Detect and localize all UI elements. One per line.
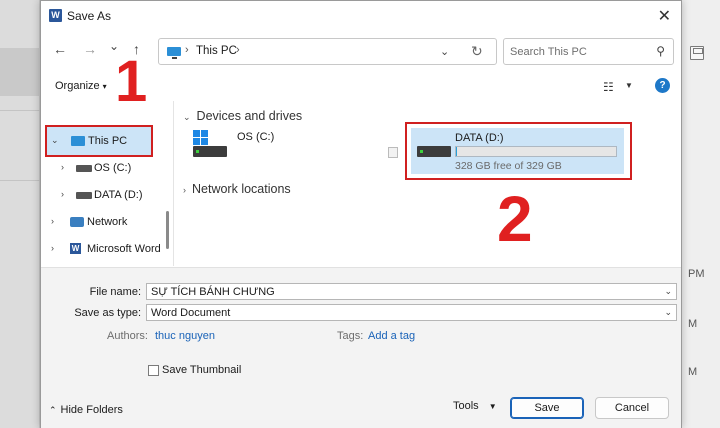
chevron-down-icon[interactable]: ⌄ [664, 286, 672, 297]
navigation-pane: ⌄ This PC › OS (C:) › DATA (D:) › Networ… [41, 101, 171, 266]
search-icon[interactable]: ⚲ [656, 44, 665, 58]
save-type-label: Save as type: [74, 307, 141, 319]
item-checkbox[interactable] [388, 147, 398, 158]
close-icon[interactable]: ✕ [658, 6, 671, 26]
address-bar[interactable]: › This PC › ⌄ ↻ [158, 38, 497, 65]
drive-name: OS (C:) [237, 131, 275, 143]
drive-name: DATA (D:) [455, 132, 504, 144]
file-name-value[interactable]: SỰ TÍCH BÁNH CHƯNG [151, 286, 275, 298]
authors-value[interactable]: thuc nguyen [155, 330, 215, 342]
tree-item-this-pc[interactable]: ⌄ This PC [41, 130, 169, 152]
drive-free-space: 328 GB free of 329 GB [455, 160, 562, 172]
tree-item-os-c[interactable]: › OS (C:) [41, 157, 169, 179]
cancel-button[interactable]: Cancel [595, 397, 669, 419]
save-thumbnail-checkbox[interactable] [148, 365, 159, 376]
chevron-right-icon[interactable]: › [183, 185, 186, 195]
tools-menu-button[interactable]: Tools ▼ [453, 400, 497, 412]
drive-icon [76, 192, 92, 199]
drive-usage-bar [455, 146, 617, 157]
search-input[interactable]: Search This PC [510, 46, 587, 58]
search-box[interactable]: Search This PC ⚲ [503, 38, 674, 65]
background-app-left [0, 0, 40, 428]
dialog-title: Save As [67, 9, 112, 23]
chevron-down-icon: ▼ [488, 402, 497, 411]
chevron-right-icon[interactable]: › [51, 243, 54, 253]
annotation-number-2: 2 [497, 183, 533, 255]
chevron-right-icon[interactable]: › [61, 189, 64, 199]
drive-tile-os[interactable]: OS (C:) [191, 129, 311, 169]
file-name-label: File name: [89, 286, 141, 298]
pane-divider[interactable] [173, 101, 174, 266]
help-icon[interactable]: ? [655, 78, 670, 93]
organize-button[interactable]: Organize ▾ [55, 80, 107, 92]
windows-logo-icon [193, 130, 209, 146]
background-divider [0, 110, 40, 111]
group-header-label: Network locations [192, 182, 291, 196]
tree-item-label: OS (C:) [94, 162, 132, 174]
breadcrumb-separator-icon[interactable]: › [236, 44, 240, 56]
address-dropdown-icon[interactable]: ⌄ [440, 45, 449, 58]
chevron-down-icon[interactable]: ⌄ [664, 307, 672, 318]
save-as-dialog: W Save As ✕ ← → ⌄ ↑ › This PC › ⌄ ↻ Sear… [40, 0, 682, 428]
tree-item-label: Microsoft Word [87, 243, 161, 255]
network-icon [70, 217, 84, 227]
save-button[interactable]: Save [510, 397, 584, 419]
group-header-devices[interactable]: ⌄ Devices and drives [183, 109, 302, 123]
breadcrumb-this-pc[interactable]: This PC [196, 45, 237, 57]
view-options-icon[interactable]: ☷ [603, 80, 614, 94]
tree-item-microsoft-word[interactable]: › W Microsoft Word [41, 238, 169, 260]
add-tag-link[interactable]: Add a tag [368, 330, 415, 342]
organize-label: Organize [55, 80, 100, 92]
drive-tile-data[interactable]: DATA (D:) 328 GB free of 329 GB [405, 122, 632, 180]
save-form: File name: SỰ TÍCH BÁNH CHƯNG ⌄ Save as … [41, 267, 681, 428]
tags-label: Tags: [337, 330, 364, 342]
word-icon: W [49, 9, 62, 22]
hard-drive-icon [417, 146, 451, 157]
title-bar: W Save As ✕ [41, 1, 681, 31]
hide-folders-label: Hide Folders [60, 404, 123, 416]
group-header-network[interactable]: › Network locations [183, 182, 291, 196]
hide-folders-button[interactable]: ⌃ Hide Folders [49, 404, 123, 416]
chevron-right-icon[interactable]: › [61, 162, 64, 172]
background-text: M [688, 366, 698, 378]
tree-item-data-d[interactable]: › DATA (D:) [41, 184, 169, 206]
chevron-down-icon[interactable]: ⌄ [183, 112, 191, 122]
back-arrow-icon[interactable]: ← [53, 41, 67, 57]
background-text: PM [688, 268, 705, 280]
breadcrumb-separator-icon[interactable]: › [185, 44, 189, 56]
background-panel [0, 48, 40, 96]
background-divider [0, 180, 40, 181]
hard-drive-icon [193, 146, 227, 157]
forward-arrow-icon[interactable]: → [83, 41, 97, 57]
word-icon: W [70, 243, 81, 254]
authors-label: Authors: [107, 330, 148, 342]
save-icon [690, 46, 704, 60]
pc-icon [167, 47, 181, 59]
tree-item-label: Network [87, 216, 128, 228]
refresh-icon[interactable]: ↻ [471, 43, 483, 60]
tree-item-network[interactable]: › Network [41, 211, 169, 233]
group-header-label: Devices and drives [196, 109, 303, 123]
drive-usage-fill [456, 147, 457, 156]
background-app-right: PM M M [682, 0, 720, 428]
save-type-select[interactable]: Word Document ⌄ [146, 304, 677, 321]
drive-icon [76, 165, 92, 172]
chevron-down-icon: ▾ [102, 82, 107, 91]
chevron-down-icon[interactable]: ▼ [625, 81, 633, 90]
nav-scrollbar[interactable] [166, 211, 169, 249]
background-text: M [688, 318, 698, 330]
annotation-number-1: 1 [115, 49, 148, 114]
save-type-value: Word Document [151, 307, 231, 319]
file-name-field[interactable]: SỰ TÍCH BÁNH CHƯNG ⌄ [146, 283, 677, 300]
chevron-right-icon[interactable]: › [51, 216, 54, 226]
pc-icon [71, 136, 85, 146]
chevron-up-icon: ⌃ [49, 405, 57, 415]
tree-item-label: This PC [88, 135, 128, 147]
tools-label: Tools [453, 400, 479, 412]
tree-item-label: DATA (D:) [94, 189, 143, 201]
chevron-down-icon[interactable]: ⌄ [51, 135, 59, 146]
save-thumbnail-label: Save Thumbnail [162, 364, 242, 376]
